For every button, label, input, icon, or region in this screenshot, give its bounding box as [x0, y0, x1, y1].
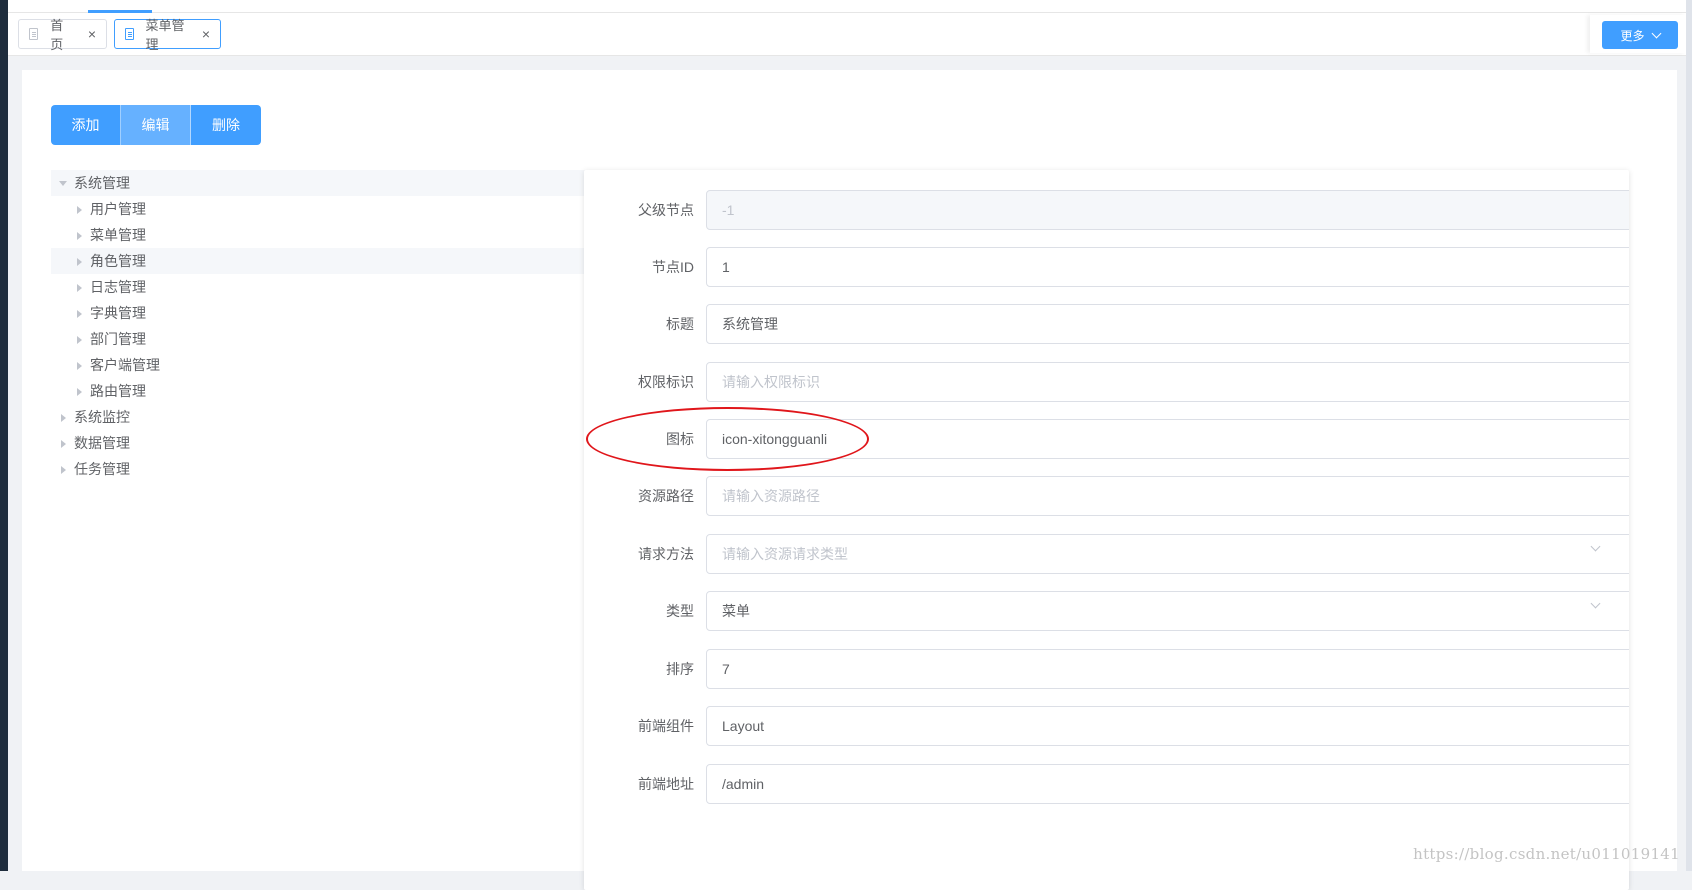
icon-input[interactable]: icon-xitongguanli	[706, 419, 1629, 459]
frontend-path-label: 前端地址	[638, 776, 694, 792]
tree-node-label: 系统管理	[74, 175, 130, 191]
left-sidebar-edge	[0, 0, 8, 871]
document-icon	[29, 28, 39, 40]
more-menu-area: 更多	[1590, 15, 1686, 53]
form-row-resource-path: 资源路径 请输入资源路径	[584, 476, 1629, 516]
tree-node[interactable]: 菜单管理	[51, 222, 586, 248]
form-row-component: 前端组件 Layout	[584, 706, 1629, 746]
icon-field-label: 图标	[666, 431, 694, 447]
menu-tree: 系统管理 用户管理 菜单管理 角色管理 日志管理 字典管理 部门管理 客户端管理…	[51, 170, 586, 482]
tree-node[interactable]: 用户管理	[51, 196, 586, 222]
form-row-permission: 权限标识 请输入权限标识	[584, 362, 1629, 402]
form-row-type: 类型 菜单	[584, 591, 1629, 631]
frontend-path-input[interactable]: /admin	[706, 764, 1629, 804]
form-row-request-method: 请求方法 请输入资源请求类型	[584, 534, 1629, 574]
form-row-icon: 图标 icon-xitongguanli	[584, 407, 1629, 471]
menu-edit-form: 父级节点 -1 节点ID 1 标题 系统管理 权限标识 请输入权限标识 图标 i…	[584, 170, 1629, 890]
title-label: 标题	[666, 316, 694, 332]
sort-label: 排序	[666, 661, 694, 677]
tree-node-label: 日志管理	[90, 279, 146, 295]
resource-path-label: 资源路径	[638, 488, 694, 504]
tab-menu-management[interactable]: 菜单管理 ×	[114, 18, 221, 52]
caret-right-icon[interactable]	[77, 336, 82, 344]
resource-path-input[interactable]: 请输入资源路径	[706, 476, 1629, 516]
permission-input[interactable]: 请输入权限标识	[706, 362, 1629, 402]
form-row-title: 标题 系统管理	[584, 304, 1629, 344]
tree-node[interactable]: 客户端管理	[51, 352, 586, 378]
parent-node-label: 父级节点	[638, 202, 694, 218]
delete-button[interactable]: 删除	[191, 105, 261, 145]
form-row-node-id: 节点ID 1	[584, 247, 1629, 287]
action-button-group: 添加 编辑 删除	[51, 105, 261, 145]
type-label: 类型	[666, 603, 694, 619]
caret-right-icon[interactable]	[77, 310, 82, 318]
tab-label: 菜单管理	[145, 18, 185, 52]
right-scrollbar[interactable]	[1686, 0, 1692, 871]
edit-button[interactable]: 编辑	[121, 105, 191, 145]
node-id-label: 节点ID	[652, 259, 694, 275]
component-input[interactable]: Layout	[706, 706, 1629, 746]
tree-node-label: 客户端管理	[90, 357, 160, 373]
tree-node[interactable]: 字典管理	[51, 300, 586, 326]
caret-right-icon[interactable]	[77, 232, 82, 240]
tree-node-system-management[interactable]: 系统管理	[51, 170, 586, 196]
caret-right-icon[interactable]	[61, 466, 66, 474]
tree-node-label: 数据管理	[74, 435, 130, 451]
tree-node-label: 路由管理	[90, 383, 146, 399]
tree-node[interactable]: 部门管理	[51, 326, 586, 352]
tags-view-bar: 首页 × 菜单管理 × 更多	[8, 13, 1686, 56]
caret-right-icon[interactable]	[77, 362, 82, 370]
more-button-label: 更多	[1620, 28, 1645, 43]
tab-home[interactable]: 首页 ×	[18, 18, 107, 52]
tab-label: 首页	[50, 18, 64, 52]
caret-right-icon[interactable]	[77, 206, 82, 214]
add-button[interactable]: 添加	[51, 105, 121, 145]
tree-node[interactable]: 路由管理	[51, 378, 586, 404]
permission-label: 权限标识	[638, 374, 694, 390]
tree-node-label: 系统监控	[74, 409, 130, 425]
node-id-input[interactable]: 1	[706, 247, 1629, 287]
tree-node[interactable]: 系统监控	[51, 404, 586, 430]
caret-right-icon[interactable]	[61, 414, 66, 422]
tree-node-label: 部门管理	[90, 331, 146, 347]
sort-input[interactable]: 7	[706, 649, 1629, 689]
close-icon[interactable]: ×	[88, 27, 96, 41]
request-method-select[interactable]: 请输入资源请求类型	[706, 534, 1629, 574]
tree-node-label: 用户管理	[90, 201, 146, 217]
content-card: 添加 编辑 删除 系统管理 用户管理 菜单管理 角色管理 日志管理 字典管理 部…	[22, 70, 1677, 890]
chevron-down-icon	[1651, 28, 1661, 38]
more-button[interactable]: 更多	[1602, 21, 1678, 49]
caret-right-icon[interactable]	[77, 258, 82, 266]
form-row-parent: 父级节点 -1	[584, 190, 1629, 230]
tree-node-label: 菜单管理	[90, 227, 146, 243]
close-icon[interactable]: ×	[202, 27, 210, 41]
tree-node[interactable]: 数据管理	[51, 430, 586, 456]
watermark: https://blog.csdn.net/u011019141	[1413, 845, 1680, 863]
tree-node[interactable]: 日志管理	[51, 274, 586, 300]
parent-node-input: -1	[706, 190, 1629, 230]
title-input[interactable]: 系统管理	[706, 304, 1629, 344]
form-row-frontend-path: 前端地址 /admin	[584, 764, 1629, 804]
tree-node-label: 字典管理	[90, 305, 146, 321]
caret-down-icon[interactable]	[59, 181, 67, 186]
tree-node-label: 任务管理	[74, 461, 130, 477]
top-nav-strip	[8, 0, 1686, 13]
caret-right-icon[interactable]	[77, 388, 82, 396]
document-icon	[125, 28, 134, 40]
tree-node[interactable]: 角色管理	[51, 248, 586, 274]
request-method-label: 请求方法	[638, 546, 694, 562]
tree-node-label: 角色管理	[90, 253, 146, 269]
type-select[interactable]: 菜单	[706, 591, 1629, 631]
component-label: 前端组件	[638, 718, 694, 734]
form-row-sort: 排序 7	[584, 649, 1629, 689]
caret-right-icon[interactable]	[77, 284, 82, 292]
caret-right-icon[interactable]	[61, 440, 66, 448]
tree-node[interactable]: 任务管理	[51, 456, 586, 482]
